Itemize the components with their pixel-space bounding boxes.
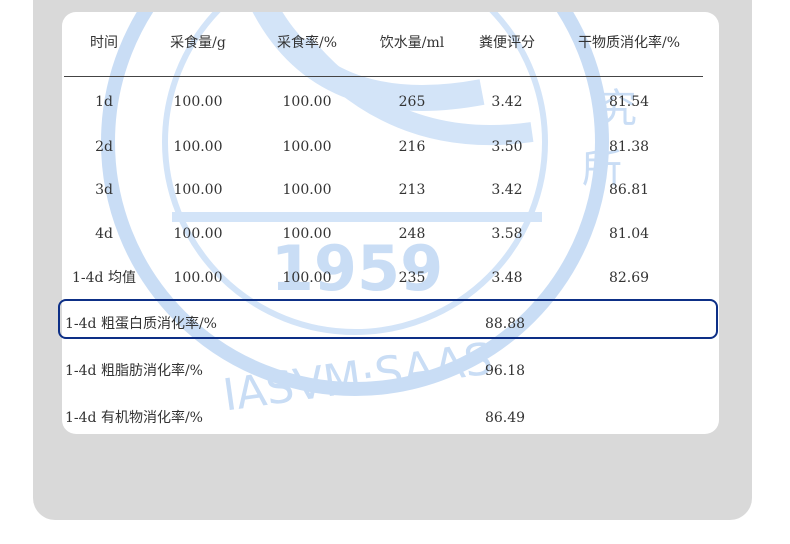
row-3-fecal-score: 3.42 [491,182,523,198]
row-4-feed-intake: 100.00 [173,226,223,242]
row-3-dm-digestibility: 86.81 [608,182,650,198]
header-fecal-score: 粪便评分 [479,35,535,51]
row-1-feed-rate: 100.00 [282,94,332,110]
row-1-feed-intake: 100.00 [173,94,223,110]
row-1-time: 1d [95,94,113,110]
table-card: 1959 IASVM·SAAS 究 所 时间 采食量/g 采食率/% 饮水量/m… [62,12,719,434]
row-4-fecal-score: 3.58 [491,226,523,242]
row-mean-feed-rate: 100.00 [282,270,332,286]
header-dm-digestibility: 干物质消化率/% [577,35,681,51]
row-1-water-intake: 265 [398,94,426,110]
row-2-dm-digestibility: 81.38 [608,139,650,155]
row-2-feed-rate: 100.00 [282,139,332,155]
header-time: 时间 [90,35,118,51]
row-2-time: 2d [95,139,113,155]
header-feed-intake: 采食量/g [170,35,226,51]
organic-matter-label: 1-4d 有机物消化率/% [65,410,203,426]
row-3-feed-rate: 100.00 [282,182,332,198]
header-water-intake: 饮水量/ml [379,35,445,51]
row-mean-fecal-score: 3.48 [491,270,523,286]
row-4-water-intake: 248 [398,226,426,242]
row-3-time: 3d [95,182,113,198]
row-4-feed-rate: 100.00 [282,226,332,242]
crude-protein-highlight-box [58,299,718,339]
watermark-ring-text: IASVM·SAAS [220,333,496,421]
header-feed-rate: 采食率/% [276,35,338,51]
crude-fat-value: 96.18 [484,363,526,379]
row-mean-water-intake: 235 [398,270,426,286]
organic-matter-value: 86.49 [484,410,526,426]
row-mean-time: 1-4d 均值 [72,270,136,286]
row-mean-dm-digestibility: 82.69 [608,270,650,286]
row-1-dm-digestibility: 81.54 [608,94,650,110]
row-4-dm-digestibility: 81.04 [608,226,650,242]
row-3-water-intake: 213 [398,182,426,198]
row-4-time: 4d [95,226,113,242]
crude-fat-label: 1-4d 粗脂肪消化率/% [65,363,203,379]
row-1-fecal-score: 3.42 [491,94,523,110]
header-rule [64,76,703,77]
row-2-water-intake: 216 [398,139,426,155]
row-3-feed-intake: 100.00 [173,182,223,198]
row-2-feed-intake: 100.00 [173,139,223,155]
row-2-fecal-score: 3.50 [491,139,523,155]
row-mean-feed-intake: 100.00 [173,270,223,286]
